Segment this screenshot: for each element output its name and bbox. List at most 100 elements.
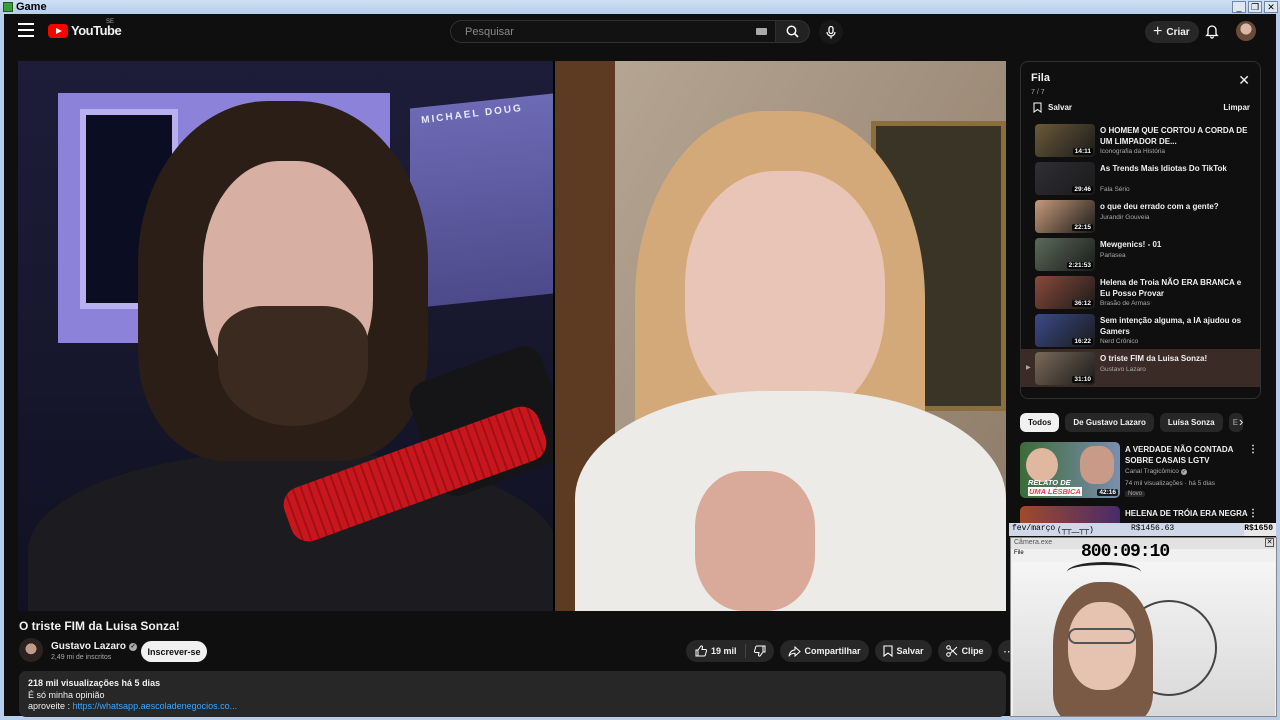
recommendation-thumbnail: [1020, 506, 1120, 523]
microphone-icon: [826, 25, 836, 38]
filter-chip[interactable]: De Gustavo Lazaro: [1065, 413, 1154, 432]
recommendation-title: A VERDADE NÃO CONTADA SOBRE CASAIS LGTV: [1125, 445, 1234, 465]
description-line-2: aproveite : https://whatsapp.aescoladene…: [28, 701, 997, 713]
country-code: SE: [106, 19, 115, 25]
window-controls: _ ❐ ✕: [1232, 1, 1278, 13]
bookmark-icon: [1033, 102, 1042, 113]
recommendation-channel-name: Canal Tragicômico: [1125, 468, 1179, 475]
queue-item[interactable]: ▶ 31:10 O triste FIM da Luisa Sonza! Gustav…: [1021, 349, 1260, 387]
queue-panel: Fila 7 / 7 ✕ Salvar Limpar 14:11 O HOMEM …: [1020, 61, 1261, 399]
video-right-guest: [555, 61, 1006, 611]
restore-icon[interactable]: ❐: [1248, 1, 1262, 13]
keyboard-icon[interactable]: [756, 28, 767, 35]
channel-avatar[interactable]: [19, 638, 43, 662]
queue-item-thumbnail: 14:11: [1035, 124, 1095, 157]
channel-name-text: Gustavo Lazaro: [51, 641, 127, 652]
clip-button[interactable]: Clipe: [937, 640, 992, 662]
logo-text: YouTube: [71, 23, 122, 38]
video-player[interactable]: MICHAEL DOUG: [18, 61, 1006, 611]
thumbs-up-icon: [695, 645, 707, 657]
close-queue-icon[interactable]: ✕: [1238, 73, 1250, 87]
app-icon: [3, 2, 13, 12]
goal-target: R$1650: [1244, 524, 1273, 533]
close-window-icon[interactable]: ✕: [1264, 1, 1278, 13]
queue-item-thumbnail: 16:22: [1035, 314, 1095, 347]
share-icon: [788, 645, 801, 657]
video-title: O triste FIM da Luisa Sonza!: [19, 619, 180, 633]
queue-item[interactable]: 22:15 o que deu errado com a gente? Jurand…: [1021, 197, 1260, 235]
create-label: Criar: [1166, 26, 1190, 38]
new-badge: Novo: [1125, 491, 1146, 497]
queue-item-title: Mewgenics! - 01: [1100, 240, 1162, 249]
description-link[interactable]: https://whatsapp.aescoladenegocios.co...: [73, 701, 238, 711]
youtube-play-icon: [48, 23, 68, 38]
queue-item[interactable]: 2:21:53 Mewgenics! - 01 Parlasea: [1021, 235, 1260, 273]
more-vert-icon[interactable]: ⋮: [1248, 508, 1258, 519]
recommendation-thumbnail: RELATO DE UMA LÉSBICA 42:16: [1020, 442, 1120, 498]
stream-clock: 800:09:10: [1081, 542, 1170, 562]
queue-count: 7 / 7: [1031, 89, 1045, 96]
plus-icon: +: [1153, 23, 1163, 40]
search-button[interactable]: [776, 20, 810, 43]
dislike-button[interactable]: [746, 645, 774, 657]
youtube-logo[interactable]: YouTube SE: [48, 19, 122, 38]
guest-face: [685, 171, 885, 421]
queue-item-title: Sem intenção alguma, a IA ajudou os Game…: [1100, 316, 1242, 336]
notifications-bell-icon[interactable]: [1204, 23, 1220, 39]
webcam-title: Câmera.exe: [1014, 539, 1053, 546]
search-box: [450, 20, 776, 43]
queue-item-title: O HOMEM QUE CORTOU A CORDA DE UM LIMPADO…: [1100, 126, 1248, 146]
cat-ear-headband: [1067, 562, 1141, 582]
webcam-window: Câmera.exe ✕ File 800:09:10: [1010, 537, 1277, 717]
more-vert-icon[interactable]: ⋮: [1248, 444, 1258, 455]
subscribe-button[interactable]: Inscrever-se: [141, 641, 207, 662]
duration-badge: 14:11: [1072, 148, 1093, 155]
chevron-right-icon[interactable]: ›: [1239, 414, 1243, 429]
queue-item[interactable]: 29:46 As Trends Mais Idiotas Do TikTok Fal…: [1021, 159, 1260, 197]
queue-item[interactable]: 16:22 Sem intenção alguma, a IA ajudou os…: [1021, 311, 1260, 349]
description-box[interactable]: 218 mil visualizações há 5 dias É só min…: [19, 671, 1006, 717]
like-button[interactable]: 19 mil: [686, 644, 746, 658]
account-avatar[interactable]: [1236, 21, 1256, 41]
voice-search-button[interactable]: [819, 20, 843, 44]
goal-current: R$1456.63: [1131, 524, 1175, 533]
description-link-prefix: aproveite :: [28, 701, 73, 711]
queue-item[interactable]: 14:11 O HOMEM QUE CORTOU A CORDA DE UM LI…: [1021, 121, 1260, 159]
thumbs-down-icon: [753, 645, 766, 657]
queue-item-thumbnail: 2:21:53: [1035, 238, 1095, 271]
action-bar: 19 mil Compartilhar Salvar Clipe ⋯: [686, 640, 1020, 662]
bookmark-icon: [882, 645, 893, 657]
filter-chip[interactable]: Luísa Sonza: [1159, 413, 1223, 432]
queue-save-button[interactable]: Salvar: [1033, 102, 1072, 113]
streamer-beard: [218, 306, 368, 426]
queue-save-label: Salvar: [1048, 103, 1073, 112]
filter-chip[interactable]: Todos: [1020, 413, 1060, 432]
save-label: Salvar: [896, 646, 924, 656]
duration-badge: 36:12: [1072, 300, 1093, 307]
like-dislike-group: 19 mil: [686, 640, 774, 662]
recommendation-channel: Canal Tragicômico ✓: [1125, 468, 1187, 475]
share-button[interactable]: Compartilhar: [779, 640, 869, 662]
queue-item-channel: Iconografia da História: [1100, 148, 1166, 155]
duration-badge: 2:21:53: [1066, 262, 1093, 269]
duration-badge: 22:15: [1072, 224, 1093, 231]
verified-icon: ✓: [129, 642, 138, 651]
duration-badge: 42:16: [1097, 489, 1118, 496]
search-input[interactable]: [451, 21, 741, 42]
channel-name[interactable]: Gustavo Lazaro ✓: [51, 641, 138, 652]
create-button[interactable]: + Criar: [1145, 21, 1199, 43]
queue-title: Fila: [1031, 72, 1050, 84]
queue-item-title: O triste FIM da Luisa Sonza!: [1100, 354, 1208, 363]
webcam-face: [1068, 602, 1136, 690]
donation-goal-bar: fev/março (┬┬﹏┬┬) R$1456.63 R$1650: [1009, 523, 1276, 536]
menu-icon[interactable]: [18, 23, 34, 37]
queue-item[interactable]: 36:12 Helena de Troia NÃO ERA BRANCA e Eu…: [1021, 273, 1260, 311]
filter-chips: Todos De Gustavo Lazaro Luísa Sonza E: [1020, 413, 1243, 432]
recommendation-item[interactable]: HELENA DE TRÓIA ERA NEGRA ⋮: [1020, 506, 1272, 523]
recommendation-item[interactable]: RELATO DE UMA LÉSBICA 42:16 A VERDADE NÃ…: [1020, 442, 1272, 506]
search-icon: [786, 25, 799, 38]
subscriber-count: 2,49 mi de inscritos: [51, 654, 112, 661]
save-button[interactable]: Salvar: [874, 640, 932, 662]
queue-clear-button[interactable]: Limpar: [1223, 103, 1250, 112]
minimize-icon[interactable]: _: [1232, 1, 1246, 13]
